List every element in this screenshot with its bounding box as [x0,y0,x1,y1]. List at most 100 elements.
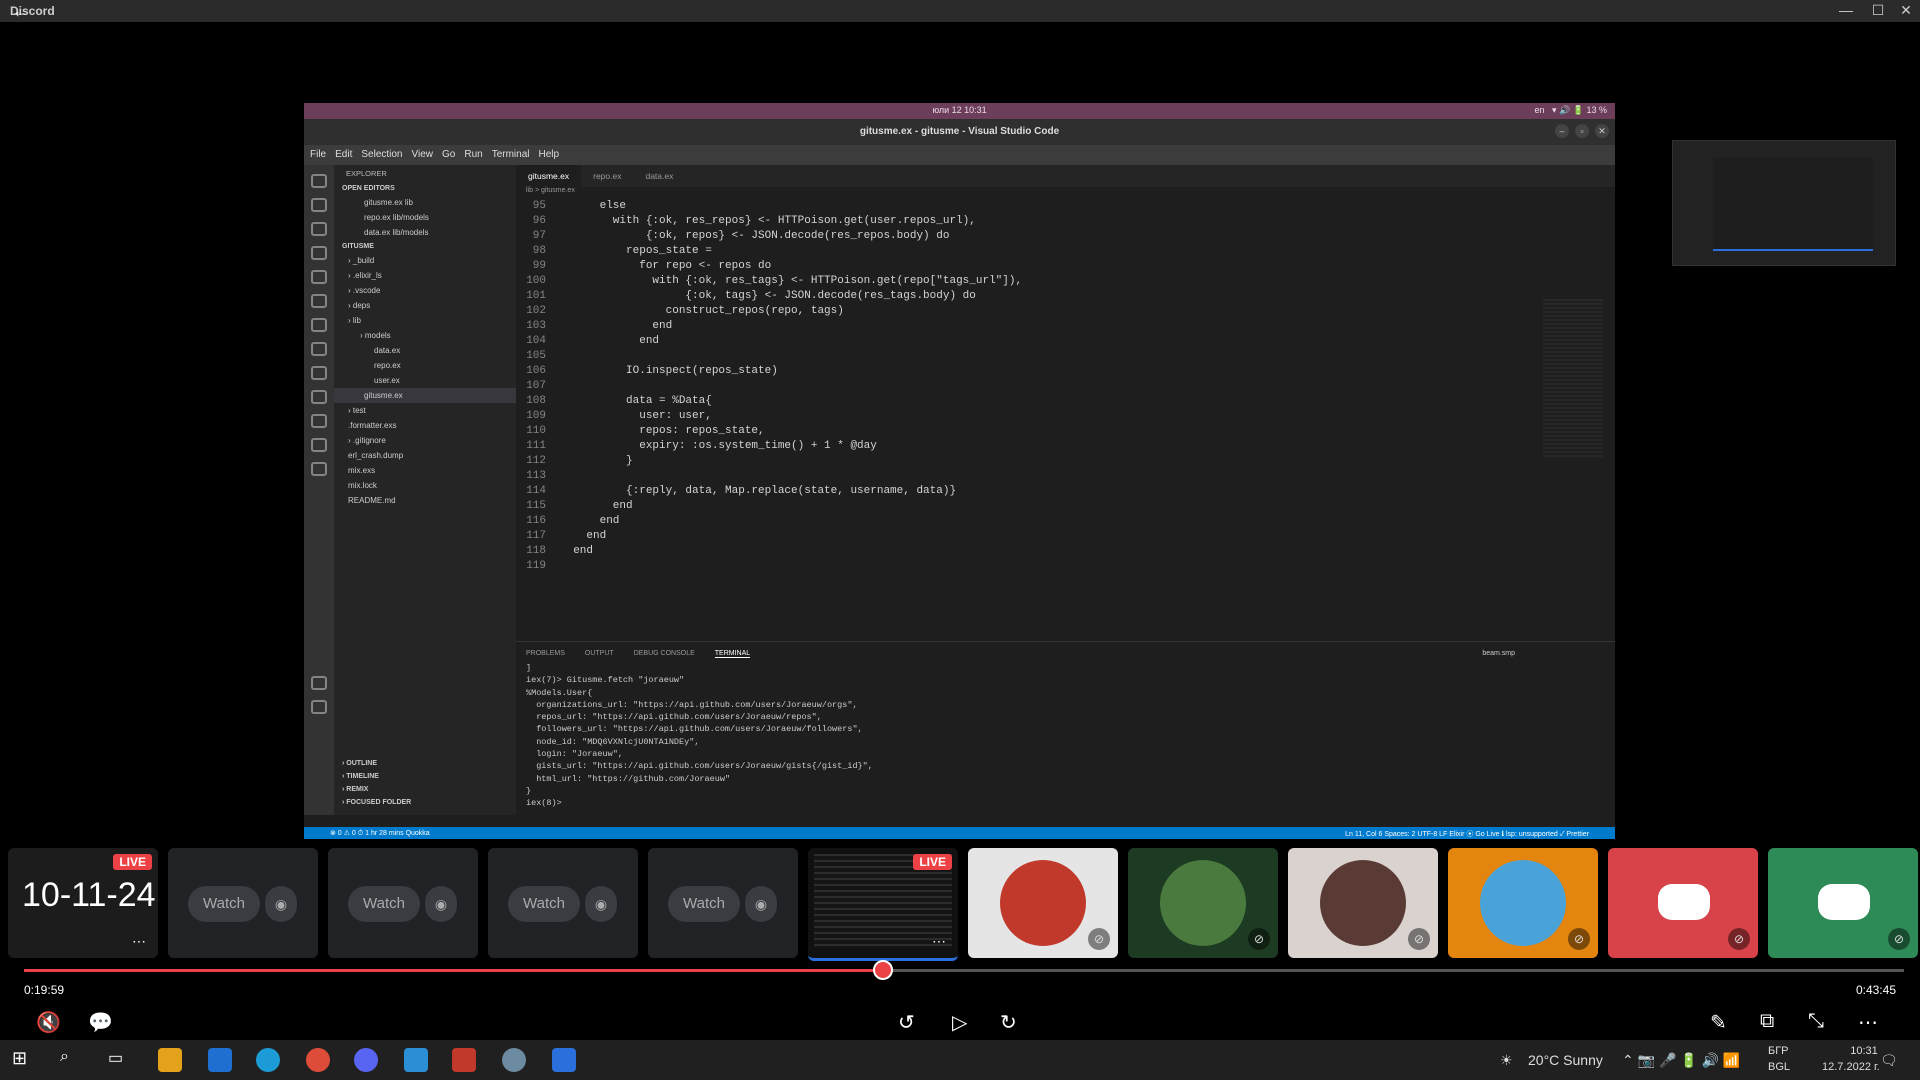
rewind-10-icon[interactable]: ↺ [898,1010,915,1035]
more-options-icon[interactable]: ⋯ [1858,1010,1878,1035]
tree-item[interactable]: repo.ex [334,358,516,373]
tray-icons[interactable]: ⌃ 📷 🎤 🔋 🔊 📶 [1622,1052,1740,1069]
tree-item[interactable]: data.ex [334,343,516,358]
panel-tab[interactable]: OUTPUT [585,650,614,657]
tree-item[interactable]: › .elixir_ls [334,268,516,283]
more-icon[interactable]: ⋯ [932,933,946,950]
search-icon[interactable]: ⌕ [60,1048,84,1072]
tree-item[interactable]: user.ex [334,373,516,388]
watch-button[interactable]: Watch [668,886,740,922]
editor-tab[interactable]: repo.ex [581,165,633,187]
menu-item-view[interactable]: View [412,149,434,160]
participant-tile[interactable]: ⊘ [1608,848,1758,958]
minimize-fullscreen-icon[interactable]: ⤡ [1808,1010,1824,1033]
extensions-icon [311,294,327,308]
steam-icon[interactable] [502,1048,526,1072]
start-icon[interactable]: ⊞ [12,1048,36,1072]
stream-icon[interactable]: ◉ [745,886,777,922]
tree-item[interactable]: › _build [334,253,516,268]
app-red-icon[interactable] [452,1048,476,1072]
tree-item[interactable]: › lib [334,313,516,328]
keyboard-lang[interactable]: БГР [1768,1045,1789,1057]
menu-item-run[interactable]: Run [464,149,482,160]
tree-item[interactable]: mix.lock [334,478,516,493]
task-view-icon[interactable]: ▭ [108,1048,132,1072]
participant-tile[interactable]: ⊘ [1768,848,1918,958]
stream-video[interactable]: юли 12 10:31 en ▾ 🔊 🔋 13 % gitusme.ex - … [304,103,1615,839]
sidebar-section[interactable]: › FOCUSED FOLDER [334,796,516,809]
panel-tab[interactable]: TERMINAL [714,650,751,658]
taskbar-date[interactable]: 12.7.2022 г. [1822,1061,1880,1073]
mute-icon[interactable]: 🔇 [36,1010,61,1035]
panel-tab[interactable]: DEBUG CONSOLE [634,650,695,657]
editor-tab[interactable]: gitusme.ex [516,165,582,187]
play-icon[interactable]: ▷ [952,1010,967,1035]
forward-30-icon[interactable]: ↻ [1000,1010,1017,1035]
participant-tile[interactable]: 10-11-24 LIVE ⋯ [8,848,158,958]
menu-item-edit[interactable]: Edit [335,149,352,160]
code-text: user: user, [560,410,712,422]
menu-item-selection[interactable]: Selection [361,149,402,160]
tree-item[interactable]: › deps [334,298,516,313]
menu-item-help[interactable]: Help [539,149,560,160]
participant-tile[interactable]: Watch ◉ [168,848,318,958]
sidebar-section[interactable]: › REMIX [334,783,516,796]
tree-item[interactable]: › .vscode [334,283,516,298]
captions-icon[interactable]: 💬 [88,1010,113,1035]
editor-tab[interactable]: data.ex [633,165,685,187]
status-left: ⊗ 0 ⚠ 0 ⏱ 1 hr 28 mins Quokka [330,830,430,837]
tree-item[interactable]: gitusme.ex [334,388,516,403]
line-number: 118 [526,545,546,557]
pencil-icon[interactable]: ✎ [1710,1010,1727,1035]
stream-icon[interactable]: ◉ [585,886,617,922]
pip-thumbnail[interactable] [1672,140,1896,266]
weather[interactable]: 20°C Sunny [1528,1052,1603,1068]
panel-tab[interactable]: PROBLEMS [526,650,565,657]
maximize-button[interactable]: ☐ [1866,2,1890,19]
menu-item-file[interactable]: File [310,149,326,160]
tree-item[interactable]: › .gitignore [334,433,516,448]
line-number: 117 [526,530,546,542]
menu-item-terminal[interactable]: Terminal [492,149,530,160]
open-editor-item[interactable]: gitusme.ex lib [334,195,516,210]
tree-item[interactable]: erl_crash.dump [334,448,516,463]
tree-item[interactable]: .formatter.exs [334,418,516,433]
chrome-icon[interactable] [306,1048,330,1072]
open-editor-item[interactable]: repo.ex lib/models [334,210,516,225]
participant-tile[interactable]: ⊘ [1448,848,1598,958]
tree-item[interactable]: › models [334,328,516,343]
participant-tile[interactable]: Watch ◉ [488,848,638,958]
popout-icon[interactable]: ⧉ [1760,1010,1774,1033]
vm-icon[interactable] [404,1048,428,1072]
stream-icon[interactable]: ◉ [265,886,297,922]
watch-button[interactable]: Watch [188,886,260,922]
participant-tile[interactable]: Watch ◉ [648,848,798,958]
sidebar-section[interactable]: › OUTLINE [334,757,516,770]
menu-item-go[interactable]: Go [442,149,455,160]
notifications-icon[interactable]: 🗨 [1880,1052,1898,1069]
participant-tile[interactable]: LIVE ⋯ [808,848,958,961]
participant-tile[interactable]: ⊘ [1128,848,1278,958]
discord-taskbar-icon[interactable] [354,1048,378,1072]
open-editor-item[interactable]: data.ex lib/models [334,225,516,240]
tree-item[interactable]: README.md [334,493,516,508]
mail-icon[interactable] [208,1048,232,1072]
participant-tile[interactable]: ⊘ [1288,848,1438,958]
watch-button[interactable]: Watch [348,886,420,922]
watch-button[interactable]: Watch [508,886,580,922]
stream-icon[interactable]: ◉ [425,886,457,922]
progress-knob[interactable] [872,960,893,980]
app-blue-icon[interactable] [552,1048,576,1072]
minimize-button[interactable]: — [1834,2,1858,18]
keyboard-lang-sub[interactable]: BGL [1768,1061,1790,1073]
sidebar-section[interactable]: › TIMELINE [334,770,516,783]
participant-tile[interactable]: ⊘ [968,848,1118,958]
participant-tile[interactable]: Watch ◉ [328,848,478,958]
close-button[interactable]: ✕ [1894,2,1918,19]
tree-item[interactable]: › test [334,403,516,418]
edge-icon[interactable] [256,1048,280,1072]
arrow-left-icon[interactable]: ← [12,1,30,22]
tree-item[interactable]: mix.exs [334,463,516,478]
more-icon[interactable]: ⋯ [132,933,146,950]
file-explorer-icon[interactable] [158,1048,182,1072]
